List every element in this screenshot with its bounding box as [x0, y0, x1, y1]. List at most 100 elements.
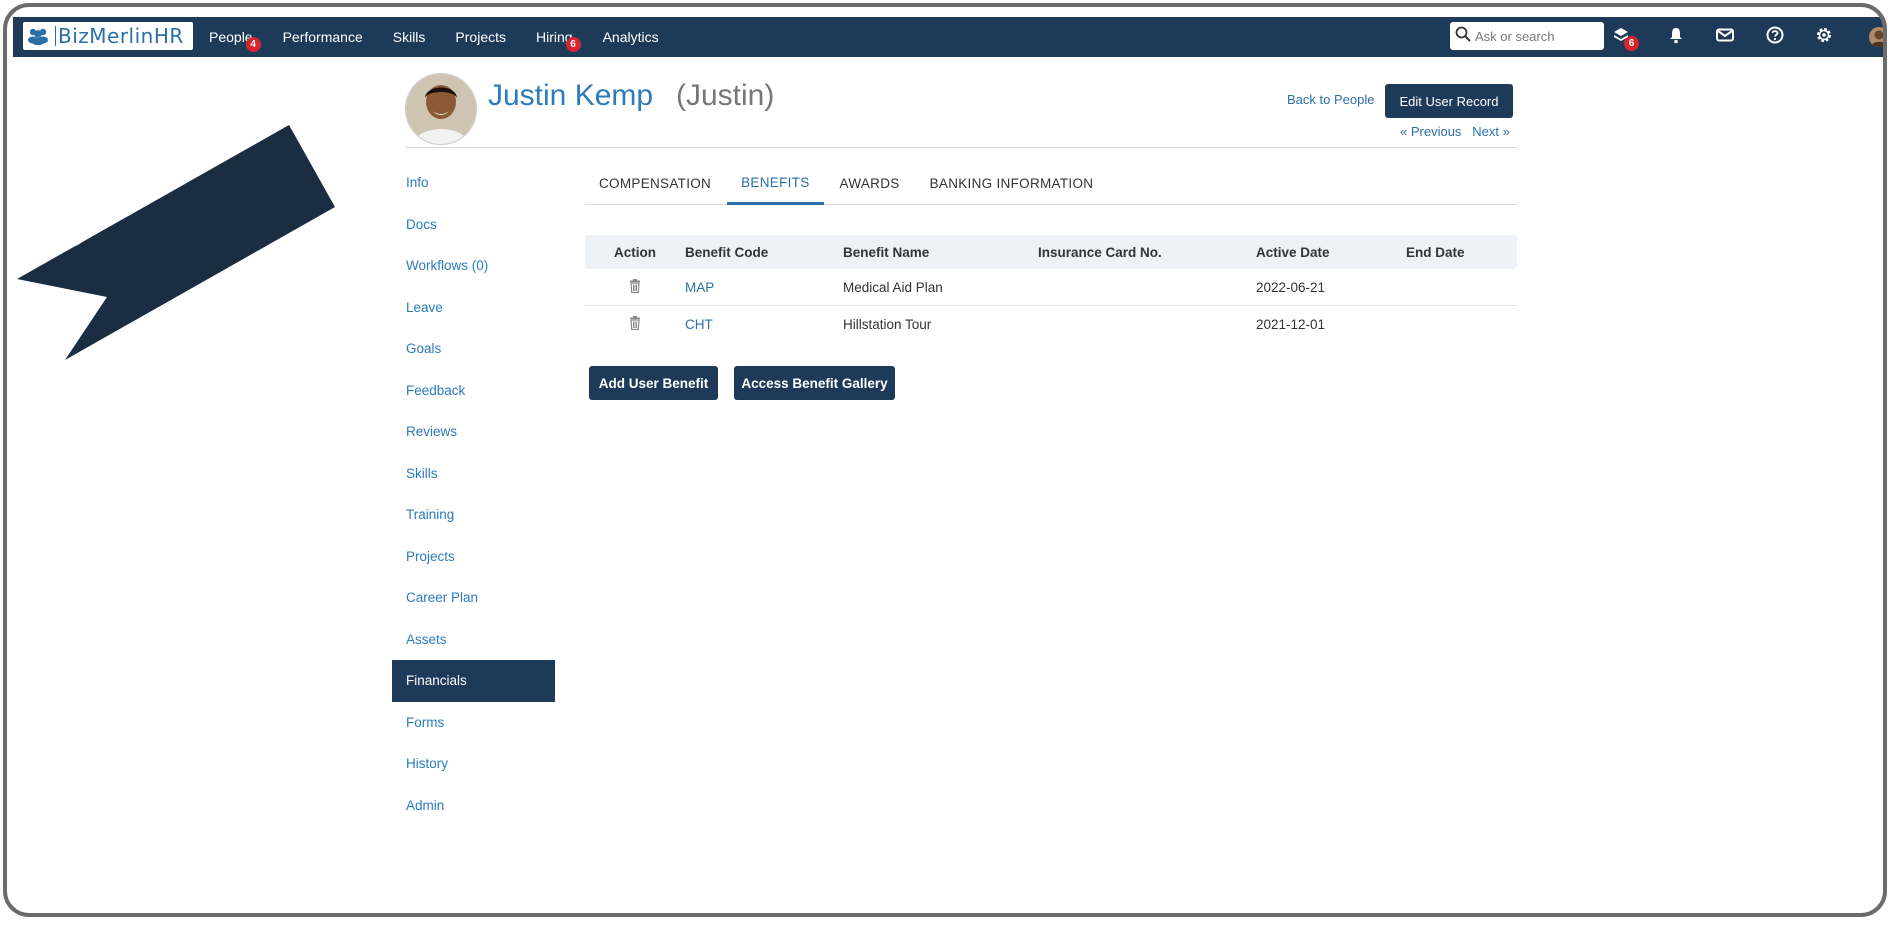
nav-projects-label: Projects: [455, 29, 506, 45]
sidebar-item-label: History: [406, 756, 449, 772]
sidebar-item-assets[interactable]: Assets: [392, 619, 555, 661]
sidebar-item-financials[interactable]: Financials: [392, 660, 555, 702]
sidebar-item-forms[interactable]: Forms: [392, 702, 555, 744]
benefit-name: Medical Aid Plan: [843, 279, 943, 295]
sidebar-item-label: Workflows (0): [406, 258, 489, 274]
tab-compensation[interactable]: COMPENSATION: [585, 162, 725, 204]
benefit-code-link[interactable]: CHT: [685, 317, 713, 332]
action-cell: [585, 315, 685, 333]
sidebar-item-label: Career Plan: [406, 590, 479, 606]
search-input[interactable]: [1475, 28, 1595, 44]
employee-nickname: (Justin): [676, 79, 775, 112]
mail-icon: [1716, 28, 1734, 47]
main-nav: People 4 Performance Skills Projects Hir…: [209, 17, 689, 57]
top-navbar: BizMerlinHR People 4 Performance Skills …: [13, 17, 1883, 57]
access-benefit-gallery-button[interactable]: Access Benefit Gallery: [734, 366, 895, 400]
sidebar-item-label: Leave: [406, 299, 443, 315]
nav-performance[interactable]: Performance: [283, 29, 363, 45]
nav-skills[interactable]: Skills: [393, 29, 426, 45]
record-pager: « Previous Next »: [1400, 124, 1510, 139]
table-row: CHT Hillstation Tour 2021-12-01: [585, 306, 1517, 342]
action-cell: [585, 278, 685, 296]
tasks-count-badge: 6: [1624, 36, 1639, 51]
notifications-button[interactable]: [1666, 27, 1686, 47]
sidebar-item-reviews[interactable]: Reviews: [392, 411, 555, 453]
edit-user-record-button[interactable]: Edit User Record: [1385, 84, 1513, 118]
sidebar-item-label: Feedback: [406, 382, 466, 398]
app-frame: BizMerlinHR People 4 Performance Skills …: [3, 3, 1887, 917]
column-header: Action: [614, 244, 656, 260]
sidebar-item-label: Training: [406, 507, 455, 523]
sidebar-item-feedback[interactable]: Feedback: [392, 370, 555, 412]
sidebar-item-info[interactable]: Info: [392, 162, 555, 204]
active-date: 2022-06-21: [1256, 279, 1326, 295]
active-date: 2021-12-01: [1256, 316, 1326, 332]
help-icon: [1766, 26, 1784, 49]
previous-link[interactable]: « Previous: [1400, 124, 1461, 139]
sidebar-item-leave[interactable]: Leave: [392, 287, 555, 329]
nav-projects[interactable]: Projects: [455, 29, 506, 45]
nav-skills-label: Skills: [392, 29, 426, 45]
trash-icon[interactable]: [629, 278, 641, 293]
nav-hiring[interactable]: Hiring 6: [536, 29, 581, 52]
tab-banking-information[interactable]: BANKING INFORMATION: [916, 162, 1108, 204]
nav-analytics[interactable]: Analytics: [603, 29, 659, 45]
column-header: Benefit Name: [843, 244, 930, 260]
tab-benefits[interactable]: BENEFITS: [727, 162, 824, 205]
nav-people[interactable]: People 4: [209, 29, 261, 52]
search-box[interactable]: [1450, 22, 1604, 50]
settings-button[interactable]: [1814, 27, 1834, 47]
table-row: MAP Medical Aid Plan 2022-06-21: [585, 269, 1517, 306]
brand-logo[interactable]: BizMerlinHR: [23, 22, 193, 50]
benefits-table: Action Benefit Code Benefit Name Insuran…: [585, 235, 1517, 342]
new-feature-label: New Feature: [61, 115, 242, 253]
profile-photo: [405, 73, 477, 145]
add-user-benefit-button[interactable]: Add User Benefit: [589, 366, 718, 400]
tasks-button[interactable]: 6: [1611, 27, 1639, 51]
sidebar-item-goals[interactable]: Goals: [392, 328, 555, 370]
people-count-badge: 4: [245, 37, 261, 52]
sidebar-item-label: Financials: [406, 673, 467, 689]
hiring-count-badge: 6: [565, 37, 581, 52]
sidebar-item-label: Admin: [406, 797, 445, 813]
sidebar-item-label: Reviews: [406, 424, 458, 440]
messages-button[interactable]: [1715, 27, 1735, 47]
financials-tabs: COMPENSATION BENEFITS AWARDS BANKING INF…: [585, 162, 1517, 205]
back-to-people-link[interactable]: Back to People: [1287, 92, 1374, 107]
column-header: Insurance Card No.: [1038, 244, 1162, 260]
sidebar-item-label: Goals: [406, 341, 442, 357]
sidebar-item-docs[interactable]: Docs: [392, 204, 555, 246]
nav-analytics-label: Analytics: [602, 29, 659, 45]
sidebar-item-projects[interactable]: Projects: [392, 536, 555, 578]
profile-sidebar: Info Docs Workflows (0) Leave Goals Feed…: [392, 162, 555, 826]
bell-icon: [1668, 26, 1684, 49]
table-header: Action Benefit Code Benefit Name Insuran…: [585, 235, 1517, 269]
column-header: Benefit Code: [685, 244, 769, 260]
benefit-name: Hillstation Tour: [843, 316, 932, 332]
sidebar-item-career-plan[interactable]: Career Plan: [392, 577, 555, 619]
logo-divider: [55, 26, 56, 46]
users-logo-icon: [23, 22, 53, 50]
sidebar-item-label: Assets: [406, 631, 447, 647]
column-header: Active Date: [1256, 244, 1330, 260]
column-header: End Date: [1406, 244, 1465, 260]
sidebar-item-skills[interactable]: Skills: [392, 453, 555, 495]
search-icon: [1455, 26, 1471, 47]
benefit-code-link[interactable]: MAP: [685, 280, 714, 295]
sidebar-item-history[interactable]: History: [392, 743, 555, 785]
header-divider: [405, 147, 1517, 148]
employee-name: Justin Kemp: [488, 79, 654, 112]
help-button[interactable]: [1765, 26, 1785, 49]
sidebar-item-training[interactable]: Training: [392, 494, 555, 536]
sidebar-item-label: Skills: [406, 465, 438, 481]
sidebar-item-label: Docs: [406, 216, 437, 232]
tab-awards[interactable]: AWARDS: [826, 162, 914, 204]
sidebar-item-label: Projects: [406, 548, 455, 564]
sidebar-item-admin[interactable]: Admin: [392, 785, 555, 827]
next-link[interactable]: Next »: [1472, 124, 1510, 139]
nav-performance-label: Performance: [282, 29, 363, 45]
sidebar-item-label: Forms: [406, 714, 445, 730]
trash-icon[interactable]: [629, 315, 641, 330]
sidebar-item-workflows[interactable]: Workflows (0): [392, 245, 555, 287]
user-avatar[interactable]: [1869, 27, 1883, 47]
